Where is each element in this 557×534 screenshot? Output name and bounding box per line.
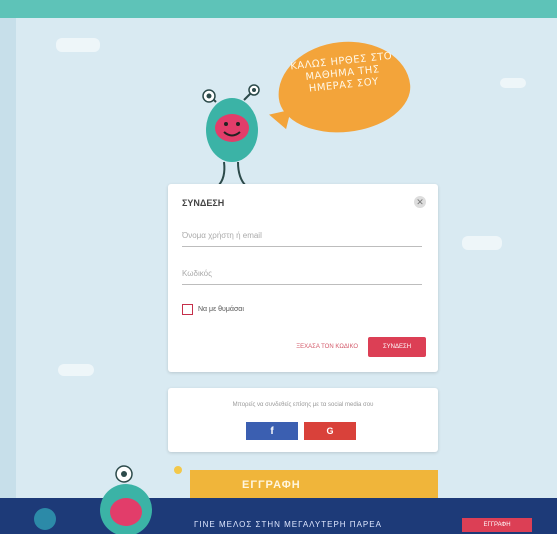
remember-checkbox[interactable]: [182, 304, 193, 315]
top-bar: [0, 0, 557, 18]
background-cloud: [500, 78, 526, 88]
google-login-button[interactable]: G: [304, 422, 356, 440]
login-card: ΣΥΝΔΕΣΗ ✕ Να με θυμάσαι ΞΕΧΑΣΑ ΤΟΝ ΚΩΔΙΚ…: [168, 184, 438, 372]
bottom-promo-text: ΓΙΝΕ ΜΕΛΟΣ ΣΤΗΝ ΜΕΓΑΛΥΤΕΡΗ ΠΑΡΕΑ: [194, 520, 382, 529]
background-cloud: [58, 364, 94, 376]
remember-label: Να με θυμάσαι: [198, 306, 244, 313]
close-icon[interactable]: ✕: [414, 196, 426, 208]
social-login-text: Μπορείς να συνδεθείς επίσης με τα social…: [232, 402, 374, 408]
register-label: ΕΓΓΡΑΦΗ: [242, 479, 301, 491]
username-field[interactable]: [182, 224, 422, 247]
bottom-signup-button[interactable]: ΕΓΓΡΑΦΗ: [462, 518, 532, 532]
monster-mascot-icon: [202, 84, 260, 187]
bottom-promo-banner: ΓΙΝΕ ΜΕΛΟΣ ΣΤΗΝ ΜΕΓΑΛΥΤΕΡΗ ΠΑΡΕΑ ΕΓΓΡΑΦΗ: [0, 498, 557, 534]
password-field[interactable]: [182, 262, 422, 285]
login-title: ΣΥΝΔΕΣΗ: [182, 198, 225, 208]
speech-bubble: ΚΑΛΩΣ ΗΡΘΕΣ ΣΤΟ ΜΑΘΗΜΑ ΤΗΣ ΗΜΕΡΑΣ ΣΟΥ: [273, 35, 415, 139]
speech-bubble-text: ΚΑΛΩΣ ΗΡΘΕΣ ΣΤΟ ΜΑΘΗΜΑ ΤΗΣ ΗΜΕΡΑΣ ΣΟΥ: [289, 50, 393, 95]
login-button[interactable]: ΣΥΝΔΕΣΗ: [368, 337, 426, 357]
remember-me[interactable]: Να με θυμάσαι: [182, 304, 244, 315]
left-edge: [0, 18, 16, 534]
facebook-login-button[interactable]: f: [246, 422, 298, 440]
social-login-card: Μπορείς να συνδεθείς επίσης με τα social…: [168, 388, 438, 452]
background-cloud: [462, 236, 502, 250]
planet-icon: [34, 508, 56, 530]
forgot-password-link[interactable]: ΞΕΧΑΣΑ ΤΟΝ ΚΩΔΙΚΟ: [296, 344, 358, 350]
background-cloud: [56, 38, 100, 52]
bottom-monster-icon: [100, 465, 182, 534]
